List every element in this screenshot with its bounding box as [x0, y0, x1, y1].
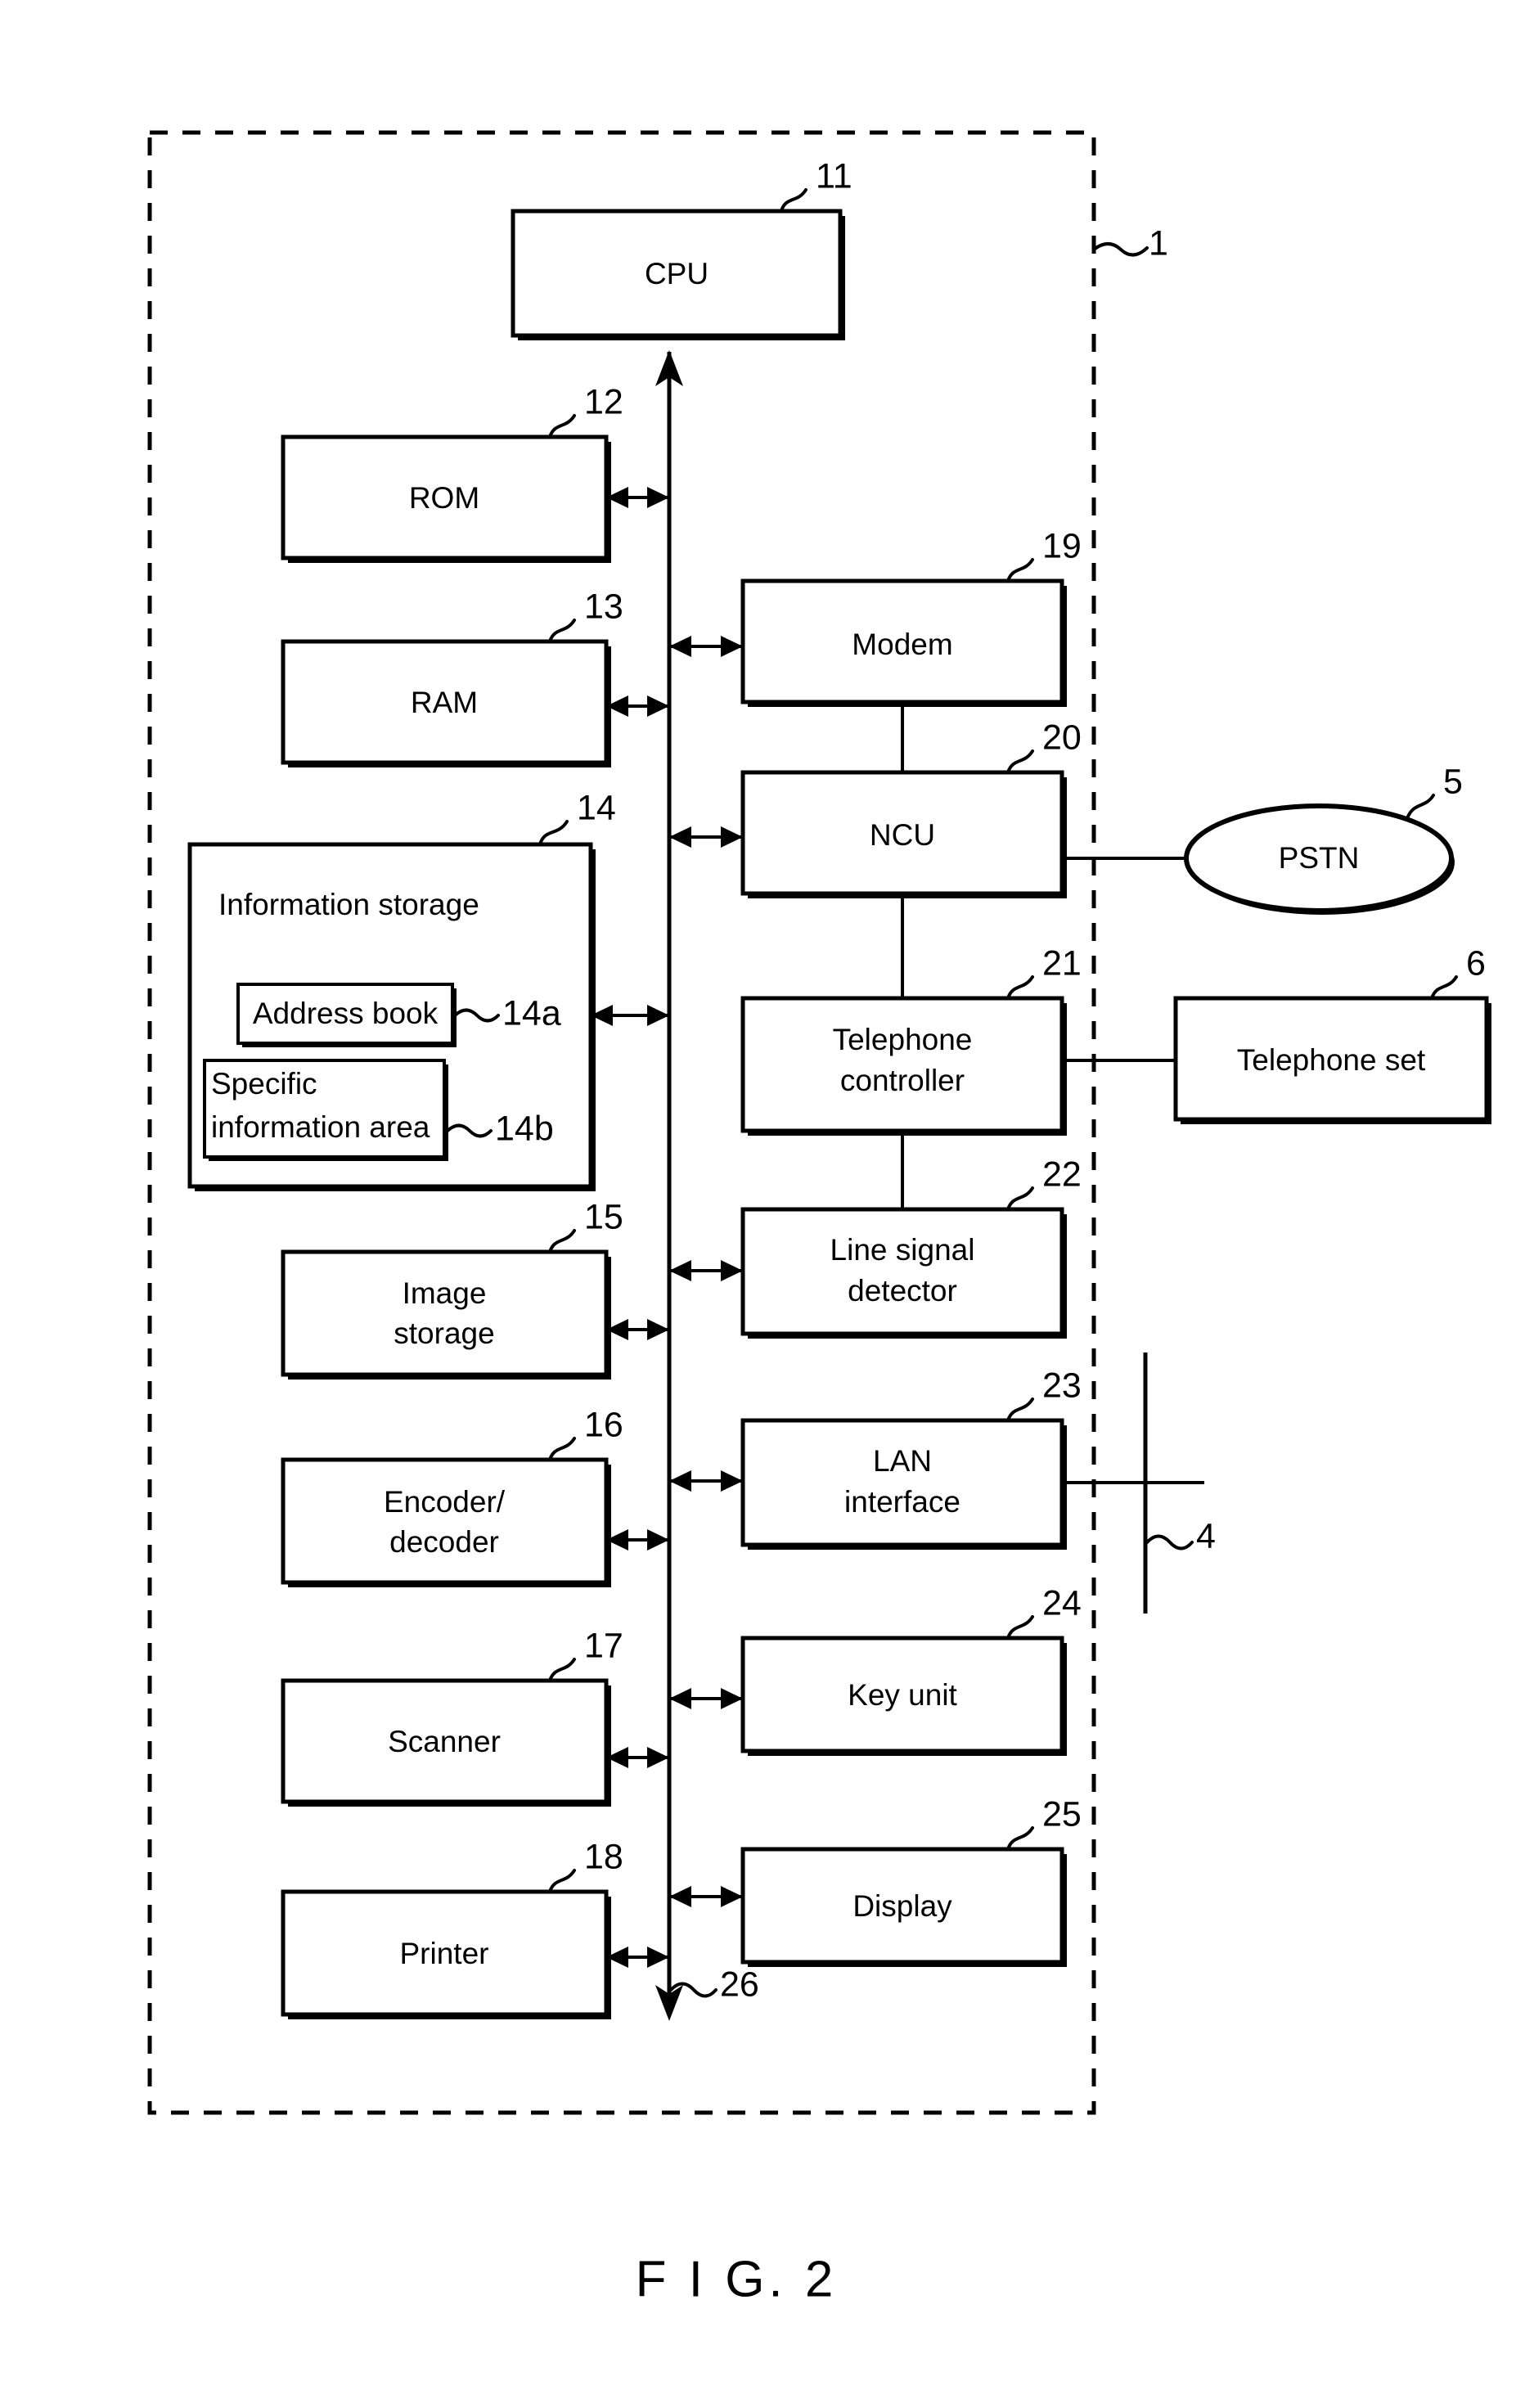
label-telephone-controller-line2: controller — [840, 1064, 965, 1097]
wire-bus-key-unit — [669, 1688, 743, 1709]
wire-bus-modem — [669, 636, 743, 657]
ref-image-storage: 15 — [584, 1197, 623, 1236]
wire-image-storage-bus — [606, 1319, 669, 1340]
leader-image-storage — [548, 1229, 576, 1254]
leader-display — [1006, 1826, 1034, 1851]
wire-bus-display — [669, 1886, 743, 1907]
leader-information-storage — [538, 820, 569, 846]
ref-bus: 26 — [720, 1965, 759, 2004]
label-line-signal-detector-line1: Line signal — [830, 1233, 975, 1267]
label-display: Display — [852, 1889, 952, 1923]
block-image-storage — [281, 1249, 609, 1377]
ref-key-unit: 24 — [1042, 1583, 1082, 1623]
leader-key-unit — [1006, 1615, 1034, 1640]
ref-lan: 4 — [1196, 1516, 1216, 1555]
ref-display: 25 — [1042, 1794, 1082, 1834]
label-address-book: Address book — [253, 997, 439, 1030]
label-encoder-decoder-line1: Encoder/ — [384, 1485, 506, 1519]
ref-specific-information-area: 14b — [495, 1109, 554, 1148]
label-modem: Modem — [852, 628, 952, 661]
label-printer: Printer — [400, 1937, 489, 1970]
leader-pstn — [1406, 794, 1435, 820]
label-telephone-set: Telephone set — [1237, 1043, 1426, 1077]
leader-cpu — [780, 188, 807, 213]
label-lan-interface-line2: interface — [844, 1485, 960, 1519]
label-line-signal-detector-line2: detector — [848, 1274, 957, 1308]
wire-encoder-decoder-bus — [606, 1529, 669, 1551]
label-ncu: NCU — [870, 818, 935, 852]
leader-line-signal-detector — [1006, 1186, 1034, 1211]
block-line-signal-detector — [740, 1207, 1064, 1336]
ref-cpu: 11 — [816, 156, 852, 196]
block-lan-interface — [740, 1418, 1064, 1547]
label-information-storage: Information storage — [218, 888, 479, 921]
wire-bus-lan-interface — [669, 1470, 743, 1492]
ref-encoder-decoder: 16 — [584, 1405, 623, 1444]
wire-printer-bus — [606, 1947, 669, 1968]
leader-printer — [548, 1869, 576, 1893]
ref-device: 1 — [1149, 223, 1168, 263]
label-specific-information-area-line2: information area — [211, 1110, 430, 1144]
ref-address-book: 14a — [502, 993, 561, 1033]
leader-scanner — [548, 1658, 576, 1682]
label-scanner: Scanner — [388, 1725, 501, 1758]
label-key-unit: Key unit — [848, 1678, 957, 1712]
label-cpu: CPU — [645, 257, 709, 290]
leader-ncu — [1006, 749, 1034, 774]
leader-device — [1092, 242, 1149, 257]
label-ram: RAM — [411, 686, 478, 719]
label-pstn: PSTN — [1279, 841, 1360, 875]
leader-ram — [548, 619, 576, 643]
leader-lan — [1145, 1534, 1194, 1551]
leader-lan-interface — [1006, 1398, 1034, 1422]
wire-information-storage-bus — [591, 1005, 669, 1026]
leader-telephone-controller — [1006, 975, 1034, 1000]
label-image-storage-line2: storage — [394, 1317, 494, 1350]
patent-figure: 11 CPU 1 12 ROM 13 RAM 14 Information st… — [0, 0, 1525, 2408]
ref-printer: 18 — [584, 1837, 623, 1876]
wire-ram-bus — [606, 695, 669, 717]
wire-bus-line-signal-detector — [669, 1260, 743, 1281]
wire-rom-bus — [606, 487, 669, 508]
ref-line-signal-detector: 22 — [1042, 1154, 1082, 1194]
label-image-storage-line1: Image — [403, 1276, 487, 1310]
ref-modem: 19 — [1042, 526, 1082, 565]
ref-scanner: 17 — [584, 1626, 623, 1665]
ref-rom: 12 — [584, 382, 623, 421]
label-specific-information-area-line1: Specific — [211, 1067, 317, 1100]
label-lan-interface-line1: LAN — [873, 1444, 932, 1478]
label-encoder-decoder-line2: decoder — [389, 1525, 499, 1559]
figure-caption: F I G. 2 — [636, 2251, 838, 2307]
leader-encoder-decoder — [548, 1437, 576, 1461]
leader-modem — [1006, 558, 1034, 583]
block-encoder-decoder — [281, 1457, 609, 1585]
wire-bus-ncu — [669, 826, 743, 848]
leader-telephone-set — [1430, 975, 1458, 1000]
ref-pstn: 5 — [1443, 762, 1463, 801]
ref-telephone-controller: 21 — [1042, 943, 1082, 983]
wire-scanner-bus — [606, 1747, 669, 1768]
ref-telephone-set: 6 — [1466, 943, 1486, 983]
leader-rom — [548, 414, 576, 439]
label-rom: ROM — [409, 481, 479, 515]
ref-ram: 13 — [584, 587, 623, 626]
ref-lan-interface: 23 — [1042, 1366, 1082, 1405]
ref-information-storage: 14 — [577, 788, 616, 827]
ref-ncu: 20 — [1042, 718, 1082, 757]
label-telephone-controller-line1: Telephone — [833, 1023, 973, 1056]
